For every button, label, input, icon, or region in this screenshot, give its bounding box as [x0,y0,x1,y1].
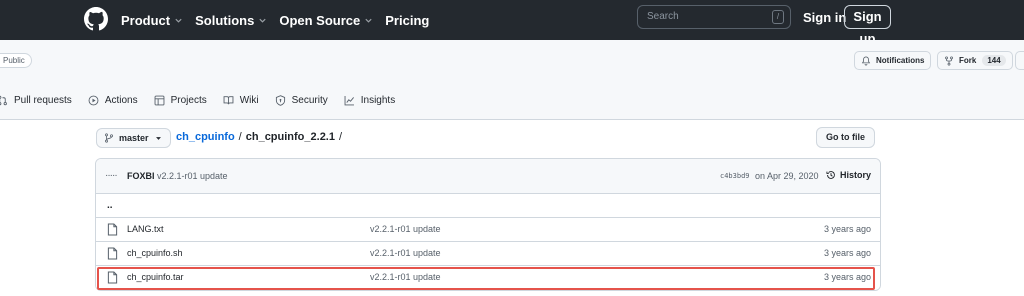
nav-product[interactable]: Product [121,13,183,28]
file-icon [107,223,118,236]
chevron-down-icon [174,16,183,25]
tab-projects[interactable]: Projects [154,95,207,106]
nav-solutions-label: Solutions [195,12,255,28]
github-logo-icon[interactable] [84,7,108,31]
pull-request-icon [0,95,8,106]
latest-commit-row: ····· FOXBI v2.2.1-r01 update c4b3bd9 on… [96,159,880,194]
global-nav: Product Solutions Open Source Pricing [121,0,441,40]
file-commit-message[interactable]: v2.2.1-r01 update [370,248,441,258]
breadcrumb-current-dir: ch_cpuinfo_2.2.1 [245,131,335,143]
file-age: 3 years ago [823,272,871,282]
table-row: LANG.txt v2.2.1-r01 update 3 years ago [96,218,880,242]
table-row: ch_cpuinfo.sh v2.2.1-r01 update 3 years … [96,242,880,266]
file-name[interactable]: ch_cpuinfo.tar [127,272,184,282]
notifications-label: Notifications [876,56,925,65]
graph-icon [344,95,355,106]
tab-security[interactable]: Security [275,95,328,106]
nav-product-label: Product [121,12,171,28]
file-icon [107,271,118,284]
nav-open-source-label: Open Source [279,12,361,28]
fork-label: Fork [959,56,977,65]
visibility-badge: Public [0,53,32,68]
sign-up-button[interactable]: Sign up [844,5,891,46]
file-commit-message[interactable]: v2.2.1-r01 update [370,224,441,234]
search-input[interactable]: Search / [637,5,791,29]
commit-avatar-placeholder: ····· [105,170,118,181]
table-row: ch_cpuinfo.tar v2.2.1-r01 update 3 years… [96,266,880,290]
file-name[interactable]: ch_cpuinfo.sh [127,248,183,258]
caret-down-icon [155,135,162,142]
file-commit-message[interactable]: v2.2.1-r01 update [370,272,441,282]
file-age: 3 years ago [823,224,871,234]
tab-projects-label: Projects [170,94,207,106]
go-to-file-button[interactable]: Go to file [816,127,875,148]
tab-actions[interactable]: Actions [88,95,138,106]
search-shortcut-key: / [772,10,784,24]
parent-directory-row[interactable]: .. [96,194,880,218]
parent-directory-link[interactable]: .. [107,200,113,211]
book-icon [223,95,234,106]
fork-count: 144 [982,55,1006,66]
file-name[interactable]: LANG.txt [127,224,164,234]
shield-icon [275,94,286,106]
breadcrumb-trailing-separator: / [339,131,343,143]
star-button-partial[interactable] [1015,51,1024,70]
repo-tabs: Pull requests Actions Projects Wiki Secu… [0,89,411,111]
table-icon [154,95,165,106]
branch-selector[interactable]: master [96,128,171,148]
chevron-down-icon [364,16,373,25]
tab-wiki-label: Wiki [239,94,259,106]
commit-author[interactable]: FOXBI [127,171,155,181]
play-icon [88,95,99,106]
sign-in-link[interactable]: Sign in [803,10,846,25]
tab-insights[interactable]: Insights [344,95,395,106]
history-icon [826,170,836,180]
tab-security-label: Security [291,94,328,106]
breadcrumb: ch_cpuinfo / ch_cpuinfo_2.2.1 / [176,131,346,143]
tab-pull-requests[interactable]: Pull requests [0,95,72,106]
tab-wiki[interactable]: Wiki [223,95,259,106]
breadcrumb-repo-link[interactable]: ch_cpuinfo [176,131,235,143]
tab-insights-label: Insights [360,94,396,106]
global-header: Product Solutions Open Source Pricing Se… [0,0,1024,46]
branch-name: master [119,133,149,143]
breadcrumb-separator: / [238,131,242,143]
bell-icon [861,56,871,66]
commit-date: on Apr 29, 2020 [755,171,819,181]
fork-icon [944,55,954,66]
history-label: History [840,170,872,180]
branch-icon [104,133,114,143]
nav-pricing-label: Pricing [385,12,430,28]
chevron-down-icon [258,16,267,25]
commit-message[interactable]: v2.2.1-r01 update [157,171,228,181]
fork-button[interactable]: Fork 144 [937,51,1013,70]
file-age: 3 years ago [823,248,871,258]
file-icon [107,247,118,260]
history-link[interactable]: History [826,170,871,180]
file-list: ····· FOXBI v2.2.1-r01 update c4b3bd9 on… [95,158,881,291]
tab-pull-requests-label: Pull requests [14,94,72,106]
nav-open-source[interactable]: Open Source [279,13,373,28]
nav-pricing[interactable]: Pricing [385,13,429,28]
search-placeholder: Search [647,11,679,22]
nav-solutions[interactable]: Solutions [195,13,267,28]
notifications-button[interactable]: Notifications [854,51,932,70]
repo-header: Public Notifications Fork 144 Pull reque… [0,40,1024,120]
commit-hash[interactable]: c4b3bd9 [720,172,750,180]
tab-actions-label: Actions [104,94,138,106]
